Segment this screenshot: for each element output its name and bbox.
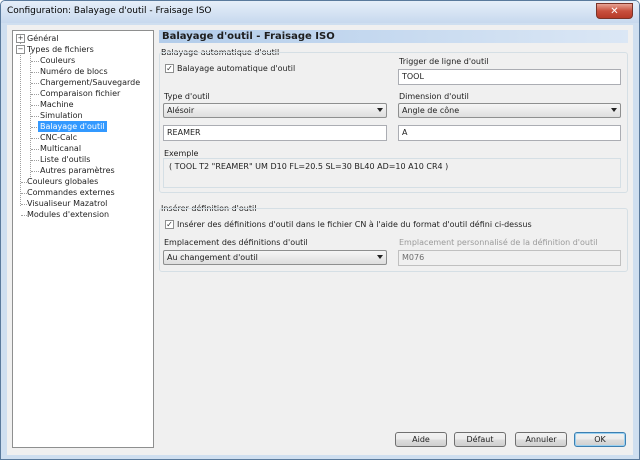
tree-branch (31, 171, 39, 172)
custom-location-input[interactable]: M076 (398, 250, 621, 266)
tool-dimension-selected: Angle de cône (402, 106, 460, 115)
tree-item-couleurs-globales[interactable]: Couleurs globales (27, 176, 98, 187)
tree-item-general[interactable]: Général (27, 33, 59, 44)
example-label: Exemple (164, 149, 199, 158)
tree-item-comparaison[interactable]: Comparaison fichier (40, 88, 120, 99)
tree-item-cnc-calc[interactable]: CNC-Calc (40, 132, 77, 143)
tree-branch (31, 138, 39, 139)
tree-item-liste-outils[interactable]: Liste d'outils (40, 154, 90, 165)
ok-button[interactable]: OK (574, 432, 626, 447)
tool-dimension-text-input[interactable]: A (398, 125, 621, 141)
tree-branch (31, 149, 39, 150)
tree-item-balayage-outil[interactable]: Balayage d'outil (38, 121, 107, 132)
tree-item-couleurs[interactable]: Couleurs (40, 55, 75, 66)
collapse-file-types-icon[interactable]: − (16, 45, 25, 54)
settings-panel: Balayage d'outil - Fraisage ISO Balayage… (159, 30, 628, 416)
default-button[interactable]: Défaut (454, 432, 506, 447)
tree-branch (31, 72, 39, 73)
location-label: Emplacement des définitions d'outil (164, 238, 308, 247)
trigger-label: Trigger de ligne d'outil (399, 57, 489, 66)
tool-dimension-select[interactable]: Angle de cône (398, 103, 621, 118)
title-bar[interactable]: Configuration: Balayage d'outil - Fraisa… (1, 1, 639, 23)
tool-type-label: Type d'outil (164, 92, 210, 101)
tree-item-chargement[interactable]: Chargement/Sauvegarde (40, 77, 140, 88)
auto-scan-checkbox[interactable]: ✓ (165, 64, 174, 73)
tool-dimension-label: Dimension d'outil (399, 92, 469, 101)
custom-location-label: Emplacement personnalisé de la définitio… (399, 238, 598, 247)
tree-item-modules-extension[interactable]: Modules d'extension (27, 209, 109, 220)
tool-type-select[interactable]: Alésoir (163, 103, 387, 118)
tree-item-simulation[interactable]: Simulation (40, 110, 83, 121)
location-selected: Au changement d'outil (167, 253, 258, 262)
panel-title: Balayage d'outil - Fraisage ISO (159, 30, 628, 43)
tree-branch (31, 160, 39, 161)
tree-branch (31, 116, 39, 117)
close-button[interactable]: ✕ (596, 3, 633, 19)
cancel-button[interactable]: Annuler (515, 432, 567, 447)
insert-definitions-checkbox[interactable]: ✓ (165, 220, 174, 229)
chevron-down-icon (377, 108, 383, 112)
tree-branch (31, 61, 39, 62)
tree-item-visualiseur-mazatrol[interactable]: Visualiseur Mazatrol (27, 198, 107, 209)
chevron-down-icon (377, 255, 383, 259)
tree-branch (31, 83, 39, 84)
settings-tree: + Général − Types de fichiers Couleurs N… (12, 30, 154, 448)
auto-scan-checkbox-label[interactable]: Balayage automatique d'outil (177, 64, 295, 73)
tree-item-machine[interactable]: Machine (40, 99, 74, 110)
tree-branch (31, 105, 39, 106)
example-preview: ( TOOL T2 "REAMER" UM D10 FL=20.5 SL=30 … (163, 158, 621, 188)
tree-item-autres-parametres[interactable]: Autres paramètres (40, 165, 115, 176)
client-area: + Général − Types de fichiers Couleurs N… (7, 25, 633, 455)
location-select[interactable]: Au changement d'outil (163, 250, 387, 265)
tool-type-selected: Alésoir (167, 106, 195, 115)
tree-item-commandes-externes[interactable]: Commandes externes (27, 187, 115, 198)
expand-general-icon[interactable]: + (16, 34, 25, 43)
trigger-input[interactable]: TOOL (398, 69, 621, 85)
window-title: Configuration: Balayage d'outil - Fraisa… (7, 6, 212, 16)
insert-definitions-label[interactable]: Insérer des définitions d'outil dans le … (177, 220, 532, 229)
tool-type-text-input[interactable]: REAMER (163, 125, 387, 141)
configuration-window: Configuration: Balayage d'outil - Fraisa… (0, 0, 640, 460)
help-button[interactable]: Aide (395, 432, 447, 447)
tree-item-numero-blocs[interactable]: Numéro de blocs (40, 66, 108, 77)
tree-item-multicanal[interactable]: Multicanal (40, 143, 81, 154)
chevron-down-icon (611, 108, 617, 112)
tree-branch (31, 94, 39, 95)
tree-item-file-types[interactable]: Types de fichiers (27, 44, 94, 55)
